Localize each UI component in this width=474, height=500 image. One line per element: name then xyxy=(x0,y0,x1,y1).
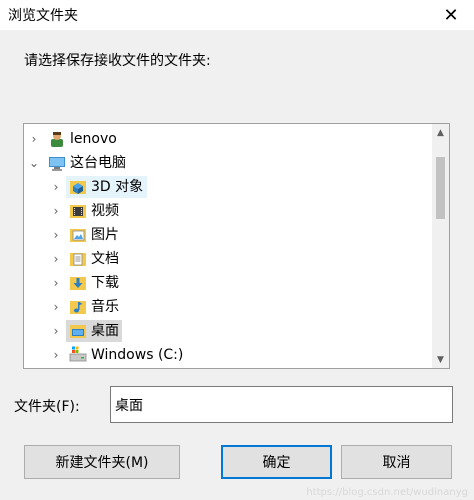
tree-item-label: 桌面 xyxy=(91,323,119,339)
tree-item-3d-objects[interactable]: › 3D 对象 xyxy=(24,175,429,199)
tree-item-label: lenovo xyxy=(70,131,117,147)
expand-chevron-icon[interactable]: › xyxy=(48,343,64,367)
folder-name-input[interactable] xyxy=(110,386,453,423)
downloads-icon xyxy=(69,274,87,292)
ok-button[interactable]: 确定 xyxy=(221,445,332,479)
tree-item-label: Windows (C:) xyxy=(91,347,184,363)
tree-item-label: 图片 xyxy=(91,227,119,243)
tree-item-desktop[interactable]: › 桌面 xyxy=(24,319,429,343)
tree-scrollbar[interactable]: ▲ ▼ xyxy=(432,124,449,368)
collapse-chevron-icon[interactable]: ⌄ xyxy=(26,151,42,175)
desktop-icon xyxy=(69,322,87,340)
scroll-down-arrow-icon[interactable]: ▼ xyxy=(432,351,449,368)
tree-item-music[interactable]: › 音乐 xyxy=(24,295,429,319)
expand-chevron-icon[interactable]: › xyxy=(26,127,42,151)
tree-item-windows-drive[interactable]: › Windows (C:) xyxy=(24,343,429,367)
expand-chevron-icon[interactable]: › xyxy=(48,175,64,199)
tree-item-lenovo[interactable]: › lenovo xyxy=(24,127,429,151)
expand-chevron-icon[interactable]: › xyxy=(48,319,64,343)
window-title: 浏览文件夹 xyxy=(8,8,78,24)
expand-chevron-icon[interactable]: › xyxy=(48,199,64,223)
folder-field-label: 文件夹(F): xyxy=(14,399,80,415)
tree-item-videos[interactable]: › 视频 xyxy=(24,199,429,223)
expand-chevron-icon[interactable]: › xyxy=(48,295,64,319)
drive-icon xyxy=(69,346,87,364)
expand-chevron-icon[interactable]: › xyxy=(48,247,64,271)
tree-item-label: 下载 xyxy=(91,275,119,291)
tree-item-label: 音乐 xyxy=(91,299,119,315)
scroll-thumb[interactable] xyxy=(436,157,445,219)
tree-item-label: 3D 对象 xyxy=(91,179,144,195)
tree-rows: › lenovo ⌄ 这台电脑 › 3D 对象 › 视频 › 图片 › 文档 ›… xyxy=(24,124,429,368)
tree-item-downloads[interactable]: › 下载 xyxy=(24,271,429,295)
browse-folder-dialog: 浏览文件夹 ✕ 请选择保存接收文件的文件夹: › lenovo ⌄ 这台电脑 ›… xyxy=(0,0,474,500)
scroll-up-arrow-icon[interactable]: ▲ xyxy=(432,124,449,141)
instruction-text: 请选择保存接收文件的文件夹: xyxy=(24,53,211,69)
computer-icon xyxy=(48,154,66,172)
tree-item-label: 文档 xyxy=(91,251,119,267)
tree-item-pictures[interactable]: › 图片 xyxy=(24,223,429,247)
tree-item-this-pc[interactable]: ⌄ 这台电脑 xyxy=(24,151,429,175)
folder-tree[interactable]: › lenovo ⌄ 这台电脑 › 3D 对象 › 视频 › 图片 › 文档 ›… xyxy=(23,123,450,369)
close-button[interactable]: ✕ xyxy=(428,0,474,30)
watermark-text: https://blog.csdn.net/wudinanyg xyxy=(306,487,468,498)
pictures-icon xyxy=(69,226,87,244)
tree-item-label: 视频 xyxy=(91,203,119,219)
documents-icon xyxy=(69,250,87,268)
close-icon: ✕ xyxy=(443,4,459,26)
new-folder-button[interactable]: 新建文件夹(M) xyxy=(24,445,180,479)
cancel-button[interactable]: 取消 xyxy=(341,445,452,479)
expand-chevron-icon[interactable]: › xyxy=(48,271,64,295)
music-icon xyxy=(69,298,87,316)
tree-item-documents[interactable]: › 文档 xyxy=(24,247,429,271)
3d-objects-icon xyxy=(69,178,87,196)
expand-chevron-icon[interactable]: › xyxy=(48,223,64,247)
user-icon xyxy=(48,130,66,148)
videos-icon xyxy=(69,202,87,220)
tree-item-label: 这台电脑 xyxy=(70,155,126,171)
title-bar: 浏览文件夹 ✕ xyxy=(0,0,474,30)
